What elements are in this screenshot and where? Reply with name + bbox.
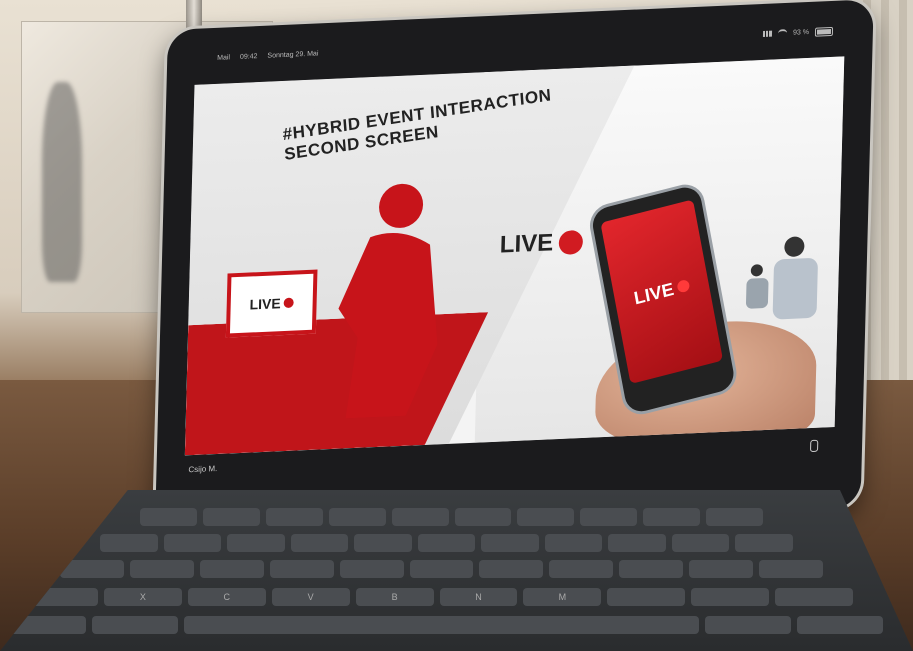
phone-live-label: LIVE <box>632 278 676 308</box>
key-n[interactable]: N <box>439 588 518 606</box>
microphone-muted-icon[interactable] <box>809 439 819 453</box>
key[interactable] <box>290 534 349 552</box>
key[interactable] <box>481 534 539 552</box>
key[interactable] <box>91 616 178 634</box>
key[interactable] <box>517 508 575 526</box>
key[interactable] <box>269 560 334 578</box>
status-app: Mail <box>217 53 231 62</box>
key-b[interactable]: B <box>355 588 434 606</box>
key[interactable] <box>549 560 614 578</box>
key[interactable] <box>454 508 512 526</box>
status-date: Sonntag 29. Mai <box>267 49 319 60</box>
key[interactable] <box>544 534 603 552</box>
status-time: 09:42 <box>239 52 258 61</box>
audience-illustration <box>745 236 818 320</box>
key-row-5 <box>0 616 913 634</box>
live-big-dot <box>558 229 584 255</box>
laptop-live-dot <box>283 297 294 309</box>
key[interactable] <box>691 588 770 606</box>
tablet: Mail 09:42 Sonntag 29. Mai 93 % LIVE #HY… <box>154 0 874 539</box>
key[interactable] <box>354 534 412 552</box>
key-row-1 <box>0 508 913 526</box>
key[interactable] <box>265 508 323 526</box>
keyboard: X C V B N M <box>0 490 913 651</box>
key[interactable] <box>479 560 544 578</box>
phone-screen: LIVE <box>600 199 724 385</box>
participant-name: Csijo M. <box>188 463 218 475</box>
live-big-label: LIVE <box>499 228 584 260</box>
red-person-illustration <box>338 183 438 419</box>
status-left: Mail 09:42 Sonntag 29. Mai <box>217 49 326 62</box>
key[interactable] <box>328 508 386 526</box>
live-big-text: LIVE <box>499 229 554 259</box>
key[interactable] <box>140 508 197 526</box>
status-right: 93 % <box>762 26 834 38</box>
key[interactable] <box>100 534 158 552</box>
key[interactable] <box>607 588 686 606</box>
key[interactable] <box>417 534 476 552</box>
battery-percent: 93 % <box>792 28 810 37</box>
key[interactable] <box>643 508 701 526</box>
key[interactable] <box>199 560 264 578</box>
signal-icon <box>762 30 773 37</box>
key[interactable] <box>227 534 285 552</box>
key-m[interactable]: M <box>523 588 602 606</box>
key[interactable] <box>163 534 222 552</box>
key[interactable] <box>797 616 884 634</box>
phone-live-dot <box>676 278 691 294</box>
key-row-2 <box>0 534 913 552</box>
key-c[interactable]: C <box>187 588 266 606</box>
key[interactable] <box>689 560 754 578</box>
key[interactable] <box>775 588 854 606</box>
key-x[interactable]: X <box>103 588 182 606</box>
key[interactable] <box>129 560 194 578</box>
key-v[interactable]: V <box>271 588 350 606</box>
key[interactable] <box>580 508 638 526</box>
battery-icon <box>814 26 834 37</box>
key[interactable] <box>608 534 666 552</box>
key[interactable] <box>759 560 823 578</box>
wifi-icon <box>777 28 788 38</box>
key[interactable] <box>706 508 764 526</box>
presentation-screen: LIVE #HYBRID EVENT INTERACTION SECOND SC… <box>184 56 845 456</box>
key[interactable] <box>202 508 260 526</box>
slide-laptop: LIVE <box>225 269 318 338</box>
key-row-4: X C V B N M <box>0 588 913 606</box>
key[interactable] <box>391 508 449 526</box>
key[interactable] <box>339 560 404 578</box>
key[interactable] <box>409 560 474 578</box>
key[interactable] <box>671 534 730 552</box>
key[interactable] <box>735 534 794 552</box>
space-key[interactable] <box>183 616 700 634</box>
key-row-3 <box>0 560 913 578</box>
laptop-live-label: LIVE <box>249 295 281 313</box>
key[interactable] <box>705 616 792 634</box>
key[interactable] <box>619 560 684 578</box>
